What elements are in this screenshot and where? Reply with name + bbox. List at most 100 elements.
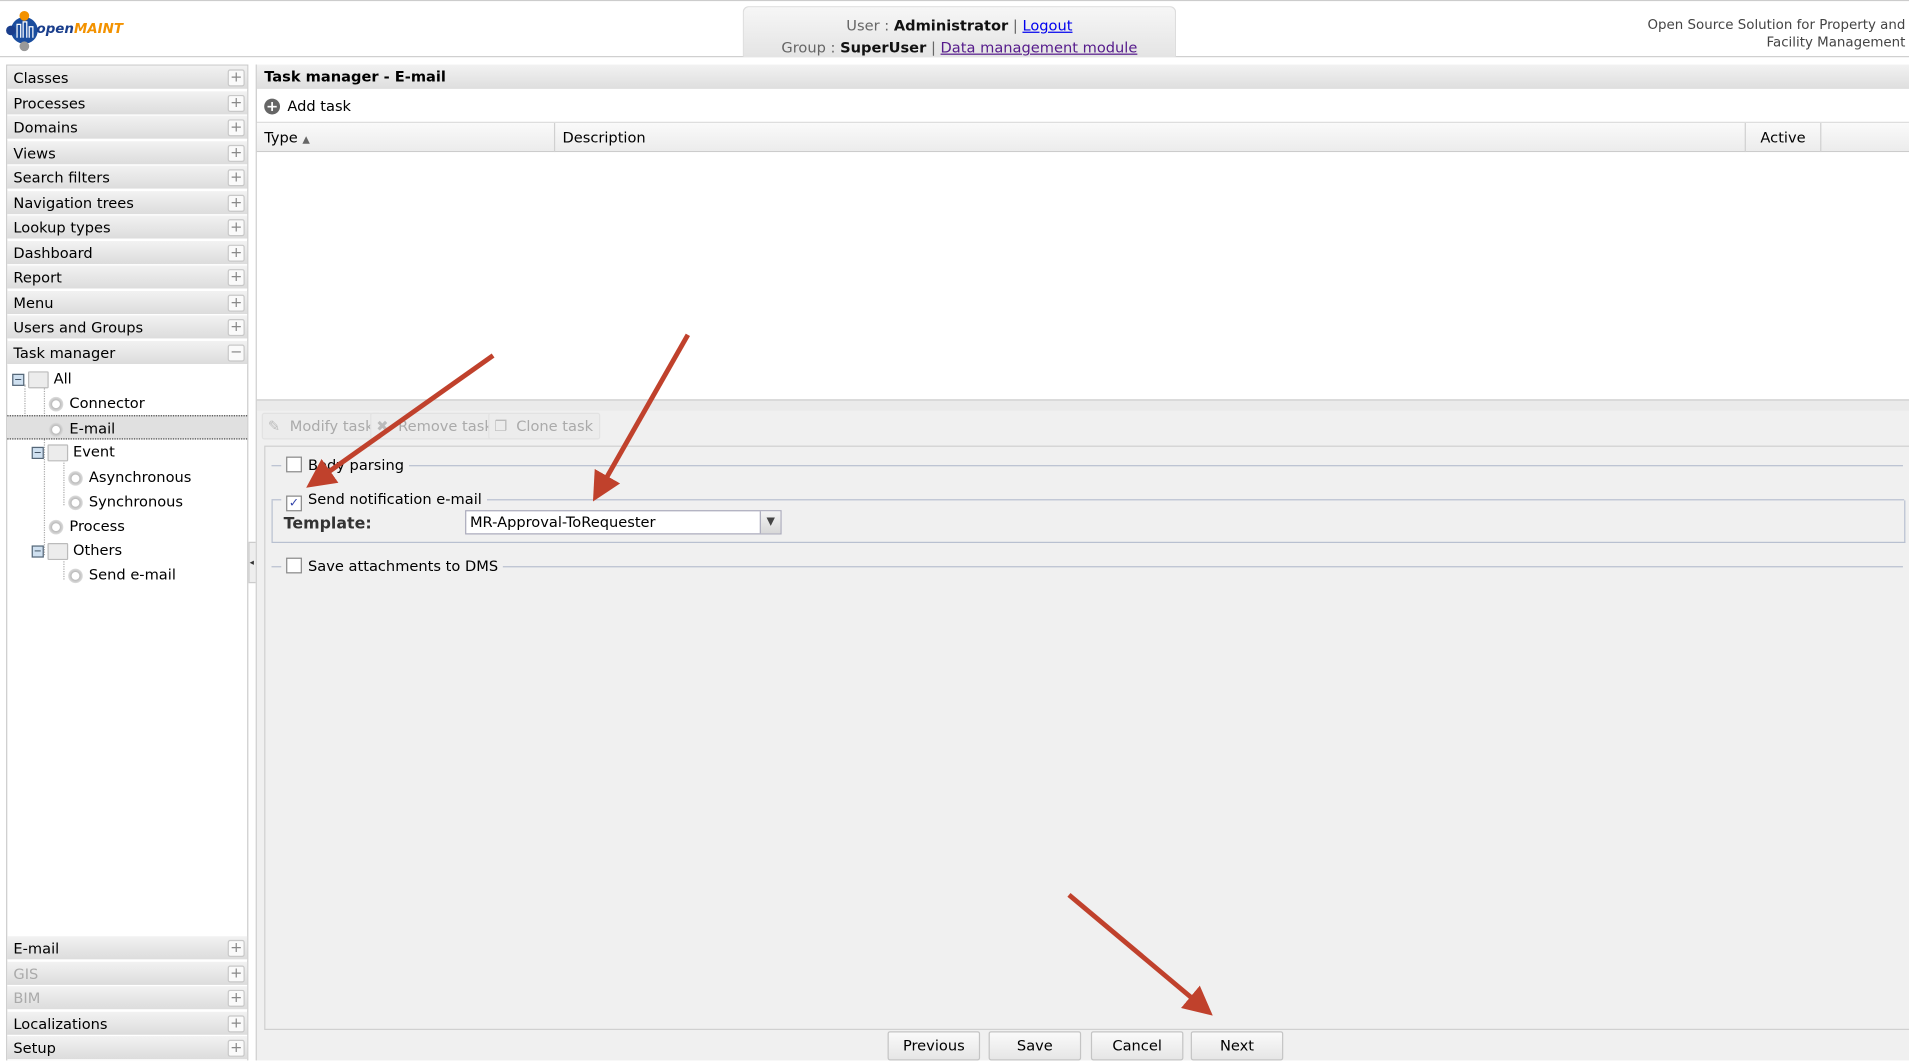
expand-icon[interactable]: + (227, 69, 245, 87)
grid-header: Type ▲ Description Active (256, 121, 1909, 153)
sidebar-section-classes[interactable]: Classes + (7, 65, 248, 91)
expand-icon[interactable]: + (227, 94, 245, 112)
sidebar-section-e-mail[interactable]: E-mail + (7, 936, 248, 961)
next-button[interactable]: Next (1190, 1031, 1284, 1061)
tree-label: Connector (69, 394, 145, 412)
button-label: Remove task (398, 417, 493, 435)
modify-task-button[interactable]: ✎ Modify task (261, 412, 381, 440)
sort-asc-icon: ▲ (302, 133, 310, 145)
tree-label: Process (69, 517, 125, 535)
section-label: Users and Groups (13, 318, 144, 337)
header: openMAINT User : Administrator | Logout … (0, 1, 1909, 58)
save-button[interactable]: Save (988, 1031, 1082, 1061)
expand-icon[interactable]: + (227, 1039, 245, 1057)
clock-icon (68, 494, 83, 510)
expand-icon[interactable]: + (227, 964, 245, 982)
sidebar-section-report[interactable]: Report + (7, 265, 248, 290)
pencil-icon: ✎ (267, 417, 281, 435)
tree-node-email[interactable]: E-mail (7, 415, 248, 440)
tree-node-process[interactable]: Process (7, 514, 288, 538)
column-description[interactable]: Description (555, 122, 1746, 153)
chevron-down-icon[interactable]: ▼ (759, 511, 781, 534)
separator: | (1012, 17, 1018, 35)
data-management-module-link[interactable]: Data management module (941, 39, 1138, 56)
section-label: Dashboard (13, 244, 93, 262)
tree-node-all[interactable]: − All (7, 366, 252, 390)
remove-icon: ✖ (376, 417, 389, 435)
folder-icon (28, 370, 49, 388)
expand-icon[interactable]: + (227, 194, 245, 212)
button-label: Modify task (289, 417, 374, 435)
tree-label: All (53, 370, 72, 388)
send-notification-checkbox[interactable]: ✓ (286, 495, 302, 512)
tree-node-others[interactable]: − Others (7, 538, 271, 562)
group-name: SuperUser (840, 38, 927, 57)
section-label: Setup (13, 1039, 56, 1057)
body-parsing-checkbox[interactable] (286, 456, 302, 473)
sidebar-section-gis[interactable]: GIS + (7, 961, 248, 986)
add-task-button[interactable]: + Add task (264, 96, 351, 115)
section-label: GIS (13, 964, 39, 982)
tree-node-event[interactable]: − Event (7, 440, 271, 464)
expand-icon[interactable]: + (227, 939, 245, 957)
logout-link[interactable]: Logout (1022, 17, 1072, 34)
sidebar-section-setup[interactable]: Setup + (7, 1036, 248, 1061)
collapse-icon[interactable]: − (31, 446, 44, 459)
sidebar-section-bim[interactable]: BIM + (7, 986, 248, 1011)
separator: | (930, 38, 936, 57)
cancel-button[interactable]: Cancel (1090, 1031, 1184, 1061)
tree-node-connector[interactable]: Connector (7, 391, 288, 415)
tagline-line1: Open Source Solution for Property and (1647, 17, 1906, 33)
sidebar-section-users-and-groups[interactable]: Users and Groups + (7, 315, 248, 340)
remove-task-button[interactable]: ✖ Remove task (370, 412, 501, 440)
send-notification-legend[interactable]: ✓ Send notification e-mail (281, 489, 487, 512)
body-parsing-fieldset[interactable]: Body parsing (281, 455, 409, 475)
tree-label: Synchronous (88, 493, 184, 511)
previous-button[interactable]: Previous (887, 1031, 981, 1061)
user-name: Administrator (893, 17, 1009, 35)
logo-text: openMAINT (36, 20, 123, 37)
collapse-icon[interactable]: − (12, 373, 25, 386)
column-label: Type (264, 129, 298, 147)
sidebar-section-lookup-types[interactable]: Lookup types + (7, 215, 248, 240)
column-type[interactable]: Type ▲ (257, 122, 556, 153)
sidebar-section-domains[interactable]: Domains + (7, 115, 248, 141)
expand-icon[interactable]: + (227, 119, 245, 137)
user-label: User : (846, 17, 890, 35)
clone-task-button[interactable]: ❐ Clone task (488, 412, 601, 440)
expand-icon[interactable]: + (227, 318, 245, 337)
sidebar-section-localizations[interactable]: Localizations + (7, 1011, 248, 1036)
sidebar-section-processes[interactable]: Processes + (7, 90, 248, 116)
expand-icon[interactable]: + (227, 989, 245, 1007)
checkbox-label: Send notification e-mail (308, 490, 482, 508)
expand-icon[interactable]: + (227, 144, 245, 162)
section-label: Report (13, 269, 62, 287)
folder-icon (47, 443, 69, 461)
sidebar-section-menu[interactable]: Menu + (7, 290, 248, 315)
collapse-icon[interactable]: − (227, 344, 245, 361)
section-label: Navigation trees (13, 194, 134, 212)
column-label: Description (562, 129, 646, 147)
expand-icon[interactable]: + (227, 269, 245, 287)
section-label: Domains (13, 119, 78, 137)
column-active[interactable]: Active (1746, 122, 1822, 153)
email-task-form: Body parsing ✓ Send notification e-mail T… (264, 445, 1909, 1031)
sidebar-section-task-manager[interactable]: Task manager − (7, 340, 248, 365)
collapse-icon[interactable]: − (31, 544, 44, 558)
expand-icon[interactable]: + (227, 244, 245, 262)
tree-label: Event (73, 443, 115, 461)
section-label: Processes (13, 94, 86, 112)
template-select[interactable]: MR-Approval-ToRequester ▼ (465, 510, 782, 535)
expand-icon[interactable]: + (227, 219, 245, 237)
expand-icon[interactable]: + (227, 169, 245, 187)
expand-icon[interactable]: + (227, 294, 245, 312)
sidebar-section-dashboard[interactable]: Dashboard + (7, 240, 248, 265)
button-label: Clone task (516, 417, 594, 435)
sidebar-section-search-filters[interactable]: Search filters + (7, 165, 248, 190)
save-attachments-fieldset[interactable]: Save attachments to DMS (281, 556, 503, 576)
sidebar-section-navigation-trees[interactable]: Navigation trees + (7, 190, 248, 215)
save-attachments-checkbox[interactable] (286, 557, 302, 574)
tree-label: Asynchronous (88, 468, 192, 486)
sidebar-section-views[interactable]: Views + (7, 140, 248, 165)
expand-icon[interactable]: + (227, 1014, 245, 1032)
